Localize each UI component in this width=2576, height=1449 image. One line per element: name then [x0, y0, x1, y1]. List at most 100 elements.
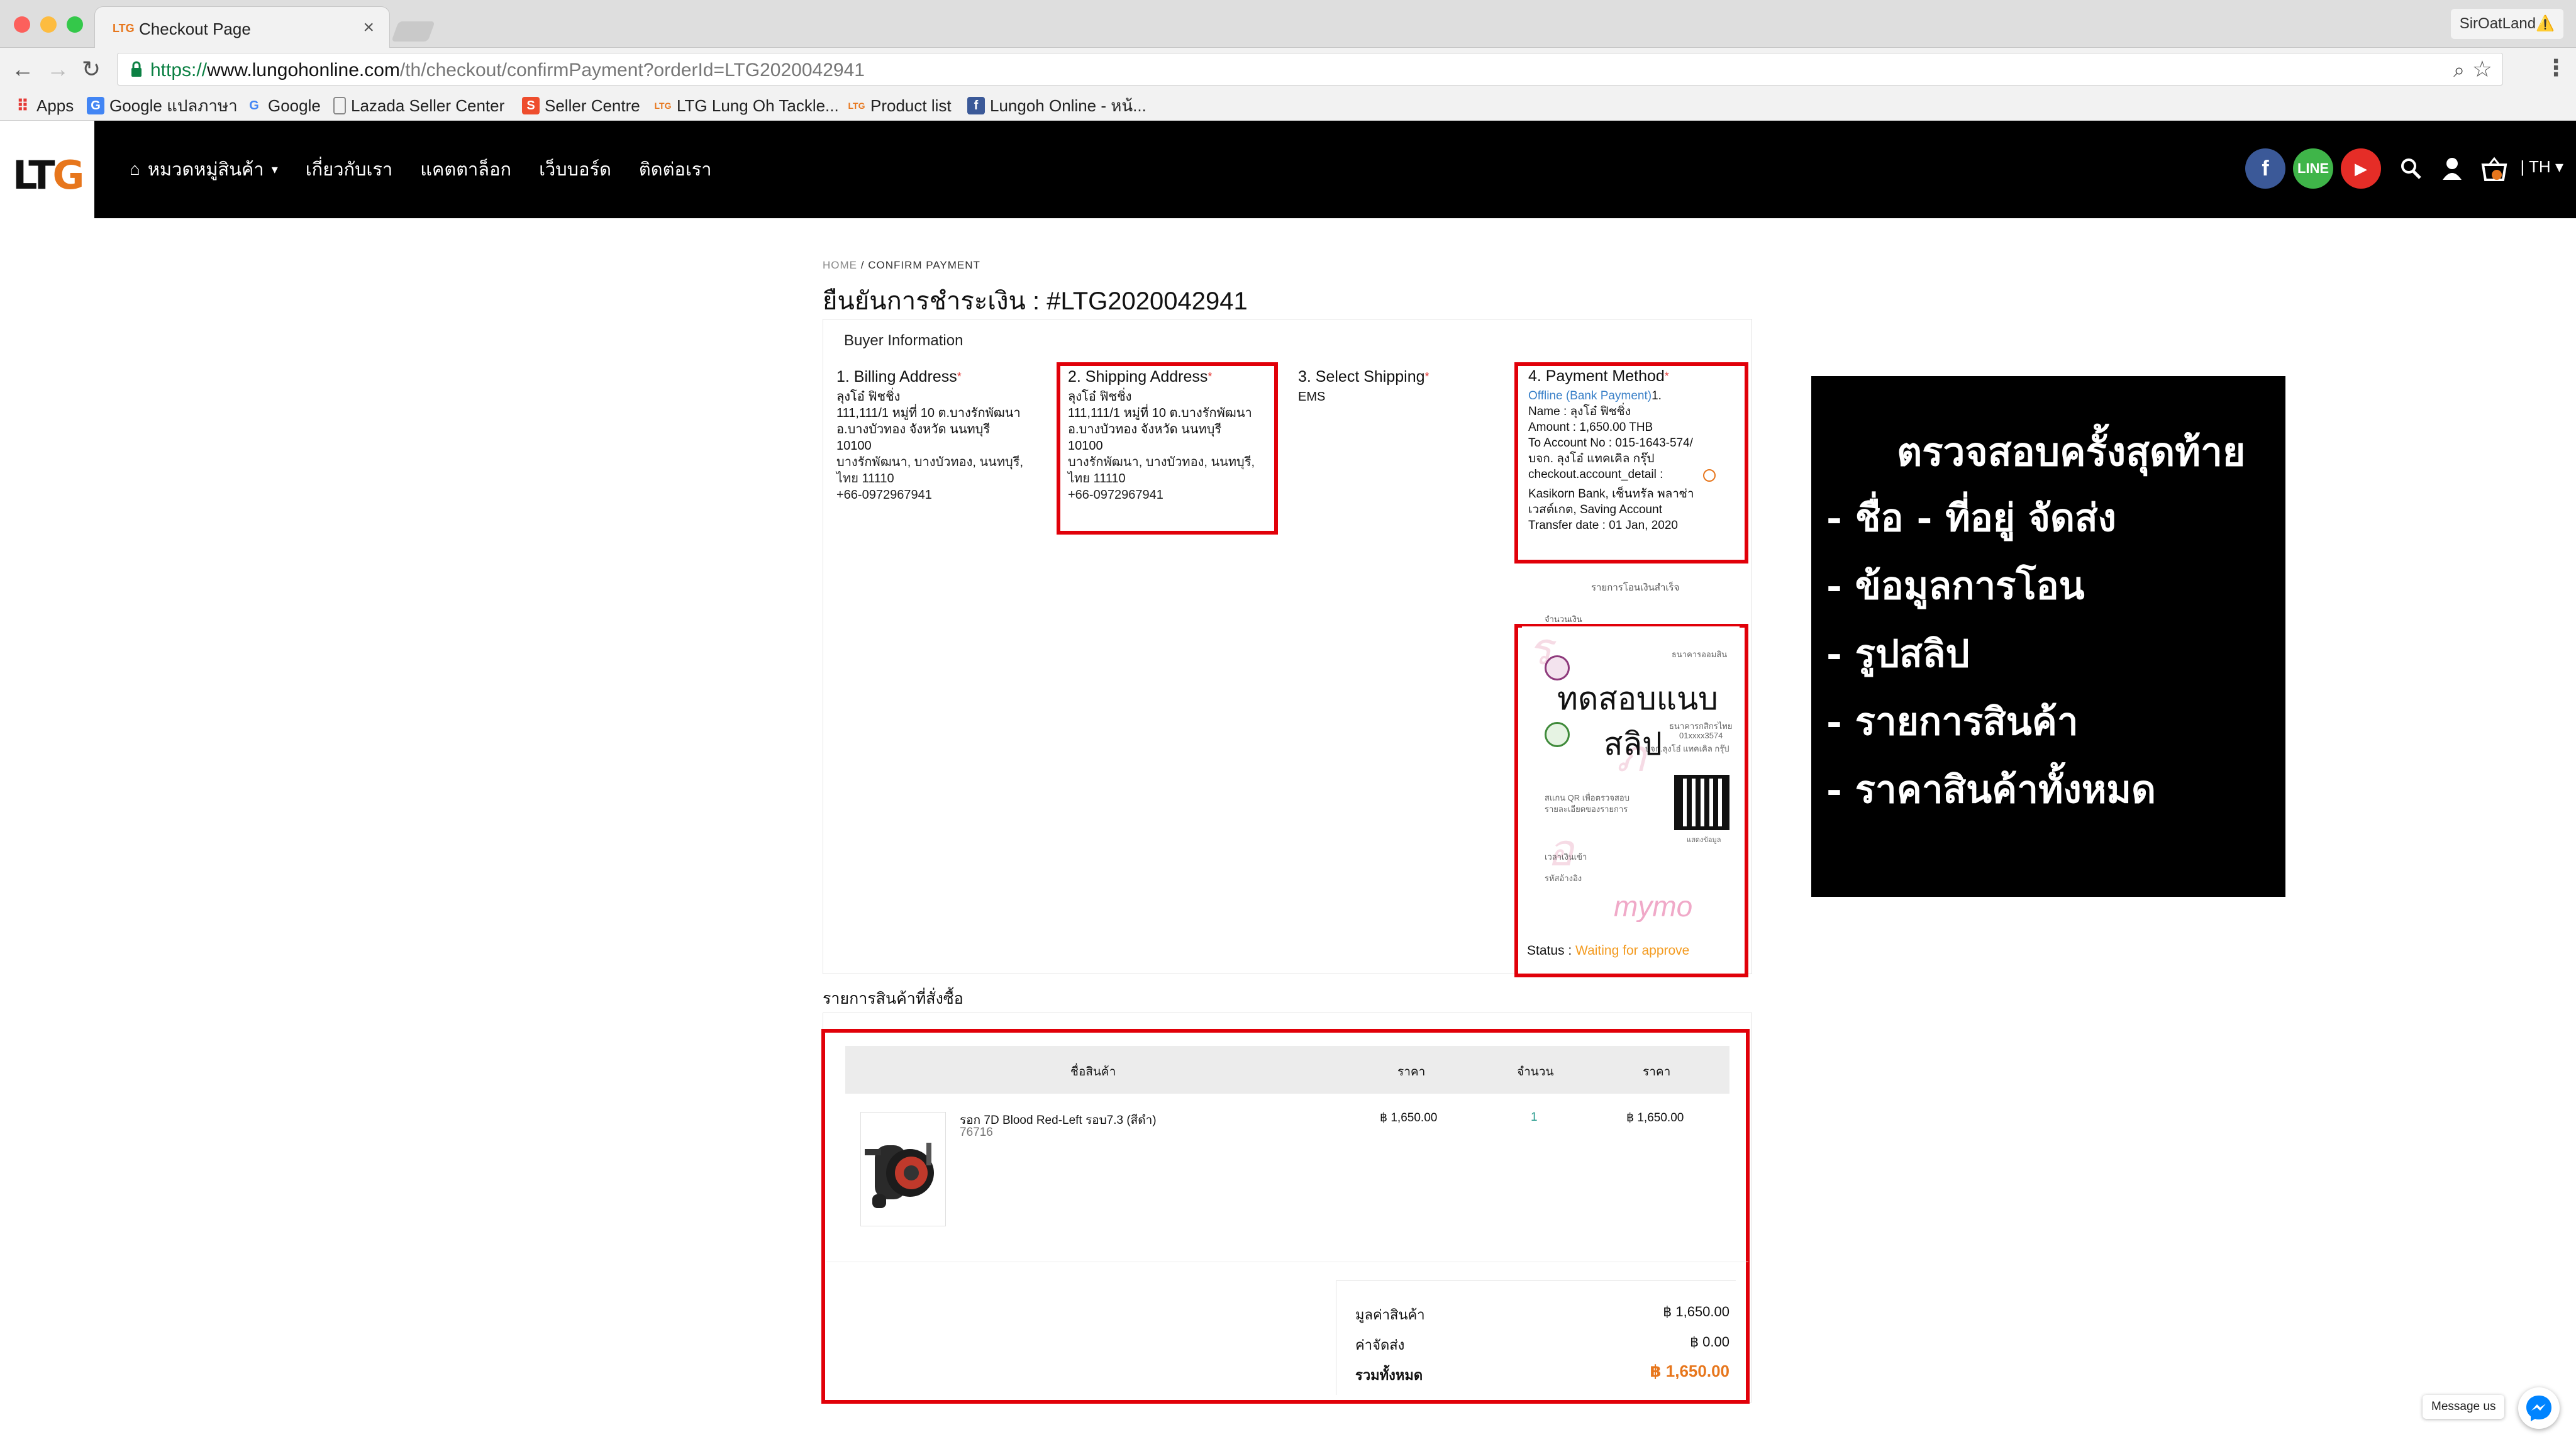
slip-test-text-line1: ทดสอบแนบ: [1557, 680, 1718, 717]
bookmark-apps[interactable]: ⠿ Apps: [14, 94, 74, 117]
google-translate-icon: G: [87, 97, 104, 114]
col-total: ราคา: [1643, 1065, 1671, 1079]
browser-menu-icon[interactable]: ⋮: [2545, 54, 2567, 82]
nav-about[interactable]: เกี่ยวกับเรา: [306, 155, 393, 184]
bookmarks-bar: ⠿ Apps G Google แปลภาษา G Google Lazada …: [0, 91, 2576, 121]
buyer-information-heading: Buyer Information: [844, 332, 963, 349]
shopee-icon: S: [522, 97, 540, 114]
annotation-item: - ราคาสินค้าทั้งหมด: [1826, 768, 2156, 812]
billing-address: 1. Billing Address* ลุงโอ๋ ฟิชชิ่ง 111,1…: [836, 368, 1024, 502]
status-badge: Waiting for approve: [1575, 943, 1690, 958]
close-tab-icon[interactable]: ×: [363, 17, 374, 38]
annotation-item: - ชื่อ - ที่อยู่ จัดส่ง: [1826, 496, 2116, 540]
payment-method: 4. Payment Method* Offline (Bank Payment…: [1528, 369, 1716, 533]
browser-tab-bar: LTG Checkout Page × SirOatLand⚠️: [0, 0, 2576, 48]
qr-code: [1674, 775, 1729, 830]
product-sku: 76716: [960, 1126, 993, 1139]
message-us-label[interactable]: Message us: [2423, 1395, 2505, 1419]
select-shipping: 3. Select Shipping* EMS: [1298, 368, 1430, 404]
ltg-icon: LTG: [848, 101, 865, 111]
site-header: LTG ⌂ หมวดหมู่สินค้า ▾ เกี่ยวกับเรา แคตต…: [0, 121, 2576, 218]
slip-caption: รายการโอนเงินสำเร็จ: [1591, 582, 1680, 593]
col-quantity: จำนวน: [1517, 1065, 1554, 1079]
maximize-window-button[interactable]: [67, 16, 83, 33]
lock-icon: [131, 61, 142, 77]
order-summary: มูลค่าสินค้า ฿ 1,650.00 ค่าจัดส่ง ฿ 0.00…: [1336, 1280, 1736, 1395]
bookmark-star-icon[interactable]: ☆: [2472, 56, 2492, 82]
product-image[interactable]: [860, 1112, 946, 1226]
address-bar[interactable]: https://www.lungohonline.com/th/checkout…: [117, 53, 2503, 86]
google-icon: G: [249, 98, 259, 113]
minimize-window-button[interactable]: [40, 16, 57, 33]
search-icon[interactable]: [2400, 156, 2423, 181]
youtube-icon[interactable]: ▶: [2341, 148, 2381, 189]
forward-arrow-icon[interactable]: →: [47, 55, 69, 83]
subtotal-label: มูลค่าสินค้า: [1355, 1307, 1425, 1323]
ltg-icon: LTG: [654, 101, 672, 111]
payment-status: Status : Waiting for approve: [1527, 943, 1690, 958]
nav-contact[interactable]: ติดต่อเรา: [639, 155, 712, 184]
shipping-address: 2. Shipping Address* ลุงโอ๋ ฟิชชิ่ง 111,…: [1068, 368, 1255, 502]
url-text: https://www.lungohonline.com/th/checkout…: [150, 60, 865, 80]
new-tab-button[interactable]: [391, 21, 435, 42]
bookmark-google[interactable]: G Google: [245, 94, 321, 117]
payment-slip-image[interactable]: ร ภ อ ธนาคารออมสิน ทดสอบแนบ ธนาคารกสิกรไ…: [1522, 626, 1740, 922]
final-check-annotation: ตรวจสอบครั้งสุดท้าย - ชื่อ - ที่อยู่ จัด…: [1811, 376, 2285, 897]
browser-toolbar: ← → ↻ https://www.lungohonline.com/th/ch…: [0, 48, 2576, 91]
messenger-button[interactable]: [2518, 1387, 2560, 1429]
bookmark-product-list[interactable]: LTG Product list: [848, 94, 952, 117]
bookmark-ltg-tackle[interactable]: LTG LTG Lung Oh Tackle...: [654, 94, 839, 117]
messenger-icon: [2526, 1396, 2551, 1421]
line-icon[interactable]: LINE: [2293, 148, 2333, 189]
browser-tab[interactable]: LTG Checkout Page ×: [94, 6, 390, 48]
chevron-down-icon: ▾: [271, 162, 278, 177]
zoom-icon[interactable]: ⌕: [2453, 58, 2465, 82]
nav-product-categories[interactable]: ⌂ หมวดหมู่สินค้า ▾: [130, 155, 278, 184]
breadcrumb-home[interactable]: HOME: [823, 259, 857, 271]
order-table-header: ชื่อสินค้า ราคา จำนวน ราคา: [845, 1046, 1729, 1094]
nav-webboard[interactable]: เว็บบอร์ด: [539, 155, 611, 184]
payment-method-name: Offline (Bank Payment): [1528, 389, 1652, 402]
profile-button[interactable]: SirOatLand⚠️: [2450, 9, 2563, 39]
apps-grid-icon: ⠿: [16, 96, 30, 115]
close-window-button[interactable]: [14, 16, 30, 33]
annotation-item: - รายการสินค้า: [1826, 700, 2079, 744]
slip-test-text-line2: สลิป: [1604, 726, 1662, 762]
kbank-slip-logo-icon: [1545, 722, 1570, 747]
tab-title: Checkout Page: [139, 19, 251, 38]
col-product-name: ชื่อสินค้า: [1070, 1065, 1116, 1079]
bookmark-lungoh-facebook[interactable]: f Lungoh Online - หน้...: [967, 94, 1146, 117]
product-price: ฿ 1,650.00: [1380, 1111, 1438, 1124]
bookmark-google-translate[interactable]: G Google แปลภาษา: [87, 94, 238, 117]
grand-total-label: รวมทั้งหมด: [1355, 1367, 1423, 1383]
annotation-title: ตรวจสอบครั้งสุดท้าย: [1897, 429, 2246, 475]
ordered-items-label: รายการสินค้าที่สั่งซื้อ: [823, 990, 963, 1008]
bookmark-lazada[interactable]: Lazada Seller Center: [333, 94, 504, 117]
product-quantity: 1: [1531, 1111, 1538, 1124]
product-line-total: ฿ 1,650.00: [1626, 1111, 1684, 1124]
annotation-item: - ข้อมูลการโอน: [1826, 564, 2085, 608]
grand-total-value: ฿ 1,650.00: [1650, 1362, 1729, 1380]
page-icon: [333, 97, 346, 114]
back-arrow-icon[interactable]: ←: [11, 55, 34, 83]
breadcrumb-current: CONFIRM PAYMENT: [868, 259, 980, 271]
nav-catalog[interactable]: แคตตาล็อก: [420, 155, 511, 184]
kbank-logo-icon: [1703, 469, 1716, 482]
page-title: ยืนยันการชำระเงิน : #LTG2020042941: [823, 287, 1248, 315]
user-icon[interactable]: [2441, 156, 2463, 181]
main-nav: ⌂ หมวดหมู่สินค้า ▾ เกี่ยวกับเรา แคตตาล็อ…: [130, 155, 712, 184]
shipping-fee-value: ฿ 0.00: [1690, 1334, 1729, 1350]
reload-icon[interactable]: ↻: [82, 55, 101, 83]
facebook-icon: f: [967, 97, 985, 114]
subtotal-value: ฿ 1,650.00: [1663, 1304, 1729, 1319]
shipping-fee-label: ค่าจัดส่ง: [1355, 1337, 1405, 1353]
facebook-icon[interactable]: f: [2245, 148, 2285, 189]
cart-icon[interactable]: [2480, 156, 2508, 184]
shipping-method-value: EMS: [1298, 390, 1326, 404]
annotation-item: - รูปสลิป: [1826, 632, 1970, 676]
site-logo[interactable]: LTG: [0, 121, 94, 218]
bookmark-seller-centre[interactable]: S Seller Centre: [522, 94, 640, 117]
language-selector[interactable]: | TH ▾: [2521, 157, 2563, 177]
home-icon: ⌂: [130, 159, 140, 179]
mymo-logo: mymo: [1614, 890, 1693, 922]
